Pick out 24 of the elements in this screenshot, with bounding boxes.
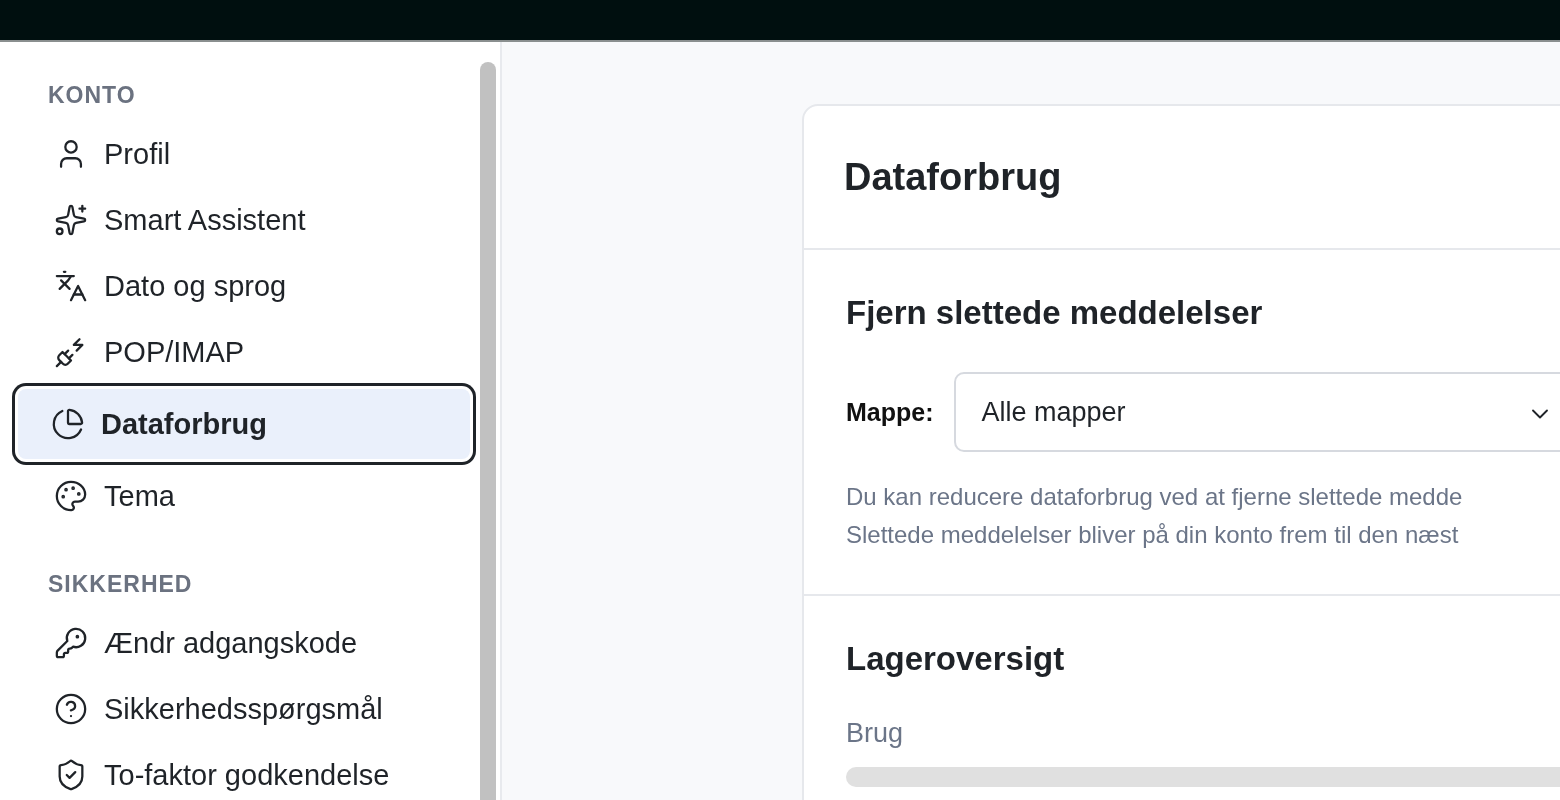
section-title: Fjern slettede meddelelser [846, 294, 1264, 332]
section-heading: SIKKERHED [47, 571, 194, 598]
translate-icon [54, 269, 88, 303]
usage-label: Brug [846, 718, 905, 749]
sidebar-item[interactable]: To-faktor godkendelse [18, 742, 470, 800]
sidebar-item[interactable]: Sikkerhedsspørgsmål [18, 676, 470, 742]
sidebar-item[interactable]: POP/IMAP [18, 319, 470, 385]
question-icon [54, 692, 88, 726]
pie-chart-icon [51, 407, 85, 441]
section-title: Lageroversigt [846, 640, 1066, 678]
sidebar-item[interactable]: Tema [18, 463, 470, 529]
sparkle-icon [54, 203, 88, 237]
key-icon [54, 626, 88, 660]
card-title: Dataforbrug [844, 155, 1062, 199]
scrollbar-thumb[interactable] [480, 62, 496, 800]
sidebar-item[interactable]: Smart Assistent [18, 187, 470, 253]
sidebar-item[interactable]: Ændr adgangskode [18, 610, 470, 676]
palette-icon [54, 479, 88, 513]
field-label: Mappe: [846, 397, 934, 427]
description-text: Du kan reducere dataforbrug ved at fjerne slettede medde Slettede meddelelser bliver på din konto frem til den næst [846, 482, 1464, 550]
sidebar-item[interactable]: Dato og sprog [18, 253, 470, 319]
sidebar-item[interactable]: Profil [18, 121, 470, 187]
folder-select[interactable]: Alle mapper [953, 372, 1560, 452]
section-heading: KONTO [47, 82, 137, 109]
